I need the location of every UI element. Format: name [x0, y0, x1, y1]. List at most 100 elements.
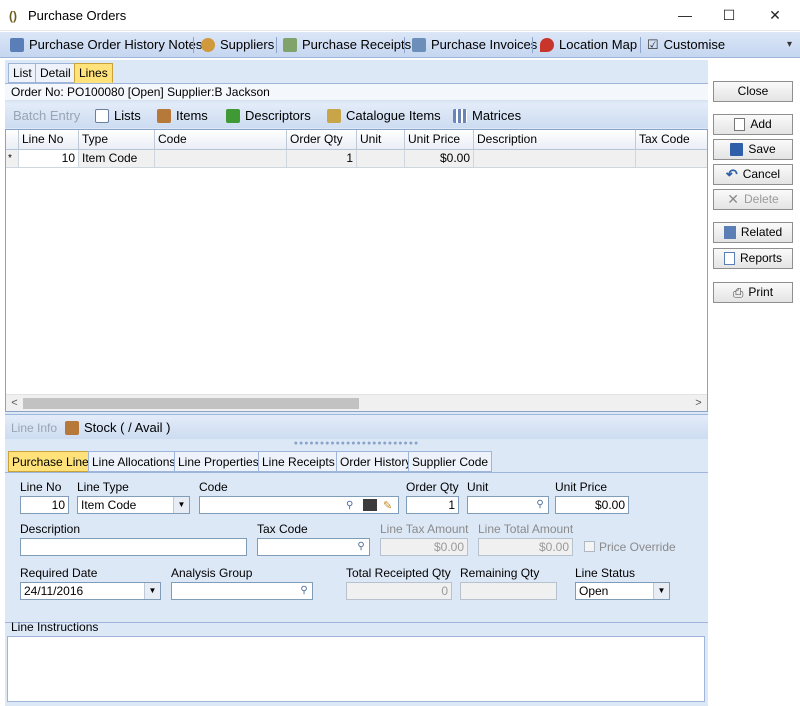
remaining-qty-label: Remaining Qty — [460, 566, 540, 580]
delete-button[interactable]: ✕ Delete — [713, 189, 793, 210]
toolbar-location-map[interactable]: Location Map — [540, 32, 637, 58]
table-cell[interactable]: Item Code — [79, 150, 155, 168]
line-tax-amount-field: $0.00 — [380, 538, 468, 556]
stock-button[interactable]: Stock ( / Avail ) — [65, 420, 170, 435]
column-header[interactable]: Order Qty — [287, 130, 357, 150]
tab-line-properties[interactable]: Line Properties — [174, 451, 263, 472]
descriptors-label: Descriptors — [245, 108, 311, 123]
tab-detail[interactable]: Detail — [35, 63, 76, 83]
toolbar-purchase-receipts[interactable]: Purchase Receipts — [283, 32, 411, 58]
save-button[interactable]: Save — [713, 139, 793, 160]
chevron-down-icon[interactable]: ▼ — [653, 583, 669, 599]
catalogue-icon — [327, 108, 341, 123]
remaining-qty-field — [460, 582, 557, 600]
toolbar-purchase-invoices[interactable]: Purchase Invoices — [412, 32, 537, 58]
order-qty-input[interactable]: 1 — [406, 496, 459, 514]
printer-icon: ⎙ — [732, 285, 744, 300]
tax-code-label: Tax Code — [257, 522, 308, 536]
tab-supplier-code[interactable]: Supplier Code — [408, 451, 493, 472]
column-header[interactable]: Line No — [19, 130, 79, 150]
delete-x-icon: ✕ — [727, 191, 740, 207]
unit-price-input[interactable]: $0.00 — [555, 496, 629, 514]
tab-order-history[interactable]: Order History — [336, 451, 416, 472]
row-selector-header — [6, 130, 19, 150]
scroll-right-button[interactable]: > — [690, 395, 707, 412]
close-window-button[interactable]: ✕ — [752, 0, 798, 31]
tab-purchase-line[interactable]: Purchase Line — [8, 451, 93, 472]
horizontal-scrollbar[interactable]: < > — [6, 394, 707, 411]
search-icon[interactable]: ⚲ — [297, 584, 311, 598]
order-qty-label: Order Qty — [406, 480, 459, 494]
column-header[interactable]: Type — [79, 130, 155, 150]
grid-header: Line No Type Code Order Qty Unit Unit Pr… — [6, 130, 707, 150]
delete-button-label: Delete — [744, 192, 779, 206]
table-cell[interactable] — [357, 150, 405, 168]
descriptors-button[interactable]: Descriptors — [226, 103, 311, 128]
toolbar-suppliers[interactable]: Suppliers — [201, 32, 274, 58]
tab-list[interactable]: List — [8, 63, 37, 83]
column-header[interactable]: Code — [155, 130, 287, 150]
search-icon[interactable]: ⚲ — [354, 540, 368, 554]
new-row-marker[interactable]: * — [6, 150, 19, 168]
analysis-group-input[interactable]: ⚲ — [171, 582, 313, 600]
batch-entry-button[interactable]: Batch Entry — [13, 103, 80, 128]
table-cell[interactable]: 10 — [19, 150, 79, 168]
minimize-button[interactable]: — — [662, 0, 708, 31]
toolbar-customise[interactable]: ☑ Customise — [647, 32, 725, 58]
table-cell[interactable] — [155, 150, 287, 168]
splitter-handle[interactable]: ●●●●●●●●●●●●●●●●●●●●●●●● — [5, 439, 708, 448]
search-icon[interactable]: ⚲ — [346, 498, 353, 513]
list-icon — [95, 108, 109, 123]
lines-grid[interactable]: Line No Type Code Order Qty Unit Unit Pr… — [5, 129, 708, 412]
price-override-checkbox[interactable] — [584, 541, 595, 552]
tab-lines[interactable]: Lines — [74, 63, 113, 83]
line-total-amount-label: Line Total Amount — [478, 522, 574, 536]
code-input[interactable]: ⚲ ✎ — [199, 496, 399, 514]
cancel-button[interactable]: ↶ Cancel — [713, 164, 793, 185]
tab-line-allocations[interactable]: Line Allocations — [88, 451, 180, 472]
scroll-left-button[interactable]: < — [6, 395, 23, 412]
line-type-select[interactable]: Item Code ▼ — [77, 496, 190, 514]
tab-line-receipts[interactable]: Line Receipts — [258, 451, 339, 472]
main-toolbar: Purchase Order History Notes Suppliers P… — [0, 32, 800, 58]
toolbar-overflow-button[interactable]: ▾ — [787, 40, 792, 50]
search-icon[interactable]: ⚲ — [533, 498, 547, 512]
column-header[interactable]: Tax Code — [636, 130, 707, 150]
edit-icon[interactable]: ✎ — [383, 498, 392, 513]
table-cell[interactable] — [636, 150, 707, 168]
column-header[interactable]: Description — [474, 130, 636, 150]
column-header[interactable]: Unit Price — [405, 130, 474, 150]
barcode-icon[interactable] — [363, 499, 377, 511]
description-input[interactable] — [20, 538, 247, 556]
unit-input[interactable]: ⚲ — [467, 496, 549, 514]
toolbar-history-notes[interactable]: Purchase Order History Notes — [10, 32, 202, 58]
add-button[interactable]: Add — [713, 114, 793, 135]
table-cell[interactable] — [474, 150, 636, 168]
line-instructions-textarea[interactable] — [7, 636, 705, 702]
reports-button-label: Reports — [739, 251, 783, 265]
scrollbar-thumb[interactable] — [23, 398, 359, 409]
tax-code-input[interactable]: ⚲ — [257, 538, 370, 556]
lists-button[interactable]: Lists — [95, 103, 141, 128]
maximize-button[interactable]: ☐ — [706, 0, 752, 31]
print-button[interactable]: ⎙ Print — [713, 282, 793, 303]
required-date-picker[interactable]: 24/11/2016 ▼ — [20, 582, 161, 600]
chevron-down-icon[interactable]: ▼ — [173, 497, 189, 513]
related-button[interactable]: Related — [713, 222, 793, 243]
line-info-button[interactable]: Line Info — [11, 421, 57, 435]
table-cell[interactable]: 1 — [287, 150, 357, 168]
line-no-input[interactable]: 10 — [20, 496, 69, 514]
line-status-select[interactable]: Open ▼ — [575, 582, 670, 600]
matrices-label: Matrices — [472, 108, 522, 123]
line-tax-amount-label: Line Tax Amount — [380, 522, 469, 536]
report-icon — [723, 252, 735, 265]
items-button[interactable]: Items — [157, 103, 208, 128]
column-header[interactable]: Unit — [357, 130, 405, 150]
close-button[interactable]: Close — [713, 81, 793, 102]
table-cell[interactable]: $0.00 — [405, 150, 474, 168]
reports-button[interactable]: Reports — [713, 248, 793, 269]
matrices-button[interactable]: Matrices — [453, 103, 521, 128]
total-receipted-qty-field: 0 — [346, 582, 452, 600]
chevron-down-icon[interactable]: ▼ — [144, 583, 160, 599]
catalogue-items-button[interactable]: Catalogue Items — [327, 103, 441, 128]
